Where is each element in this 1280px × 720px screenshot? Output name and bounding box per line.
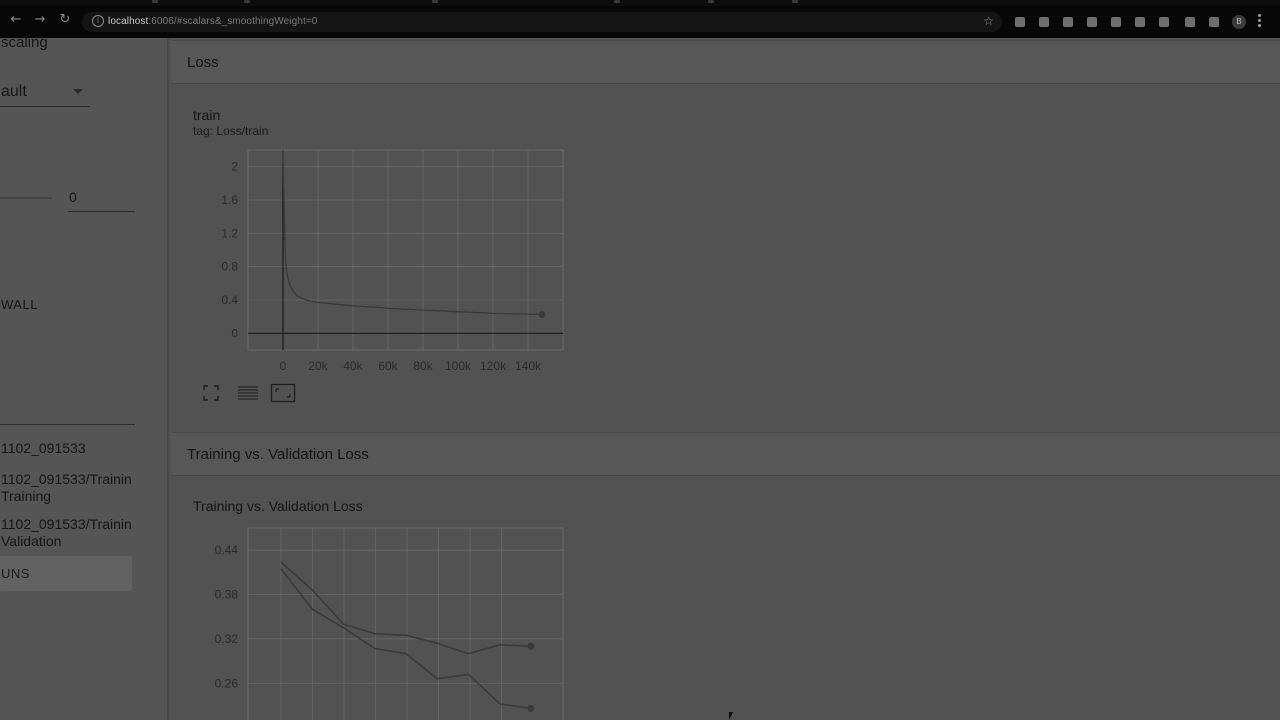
back-icon[interactable]: ← bbox=[9, 13, 23, 27]
loss-train-chart[interactable]: 0 20k 40k 60k 80k 100k 120k 140k 0 0.4 0.8 1.2 1.6 2 bbox=[193, 140, 593, 380]
y-tick-label: 0.26 bbox=[215, 676, 239, 690]
y-tick-label: 0.32 bbox=[215, 632, 239, 646]
smoothing-slider[interactable] bbox=[0, 197, 52, 199]
series-endpoint bbox=[538, 311, 546, 318]
log-scale-icon[interactable] bbox=[237, 384, 258, 402]
chevron-down-icon[interactable] bbox=[73, 89, 83, 94]
scaling-select-value[interactable]: ault bbox=[1, 83, 27, 101]
tab-favicon[interactable] bbox=[432, 0, 438, 3]
series-line bbox=[282, 149, 543, 316]
series-endpoint bbox=[527, 642, 535, 650]
url-path: :6006/#scalars&_smoothingWeight=0 bbox=[148, 16, 318, 27]
plot-area bbox=[247, 527, 564, 720]
extension-icon[interactable] bbox=[1111, 17, 1121, 27]
fullscreen-icon[interactable] bbox=[202, 384, 222, 402]
x-tick-label: 80k bbox=[413, 359, 433, 373]
series-line bbox=[280, 561, 532, 655]
y-tick-label: 1.2 bbox=[221, 226, 238, 240]
tab-favicon[interactable] bbox=[614, 0, 620, 3]
section-header-training-vs-validation[interactable]: Training vs. Validation Loss bbox=[171, 432, 1280, 476]
section-title: Loss bbox=[187, 54, 219, 71]
settings-sidebar bbox=[0, 38, 167, 720]
horizontal-axis-option-wall[interactable]: WALL bbox=[1, 297, 38, 312]
site-info-icon[interactable]: i bbox=[92, 15, 104, 27]
training-vs-validation-chart[interactable]: 0.20.260.320.380.44 bbox=[193, 520, 593, 720]
extensions-puzzle-icon[interactable] bbox=[1209, 17, 1219, 27]
browser-menu-icon[interactable] bbox=[1258, 14, 1262, 28]
smoothing-input-underline bbox=[68, 211, 135, 212]
toggle-all-runs-button[interactable]: UNS bbox=[0, 556, 132, 591]
bookmark-star-icon[interactable]: ☆ bbox=[983, 14, 994, 28]
fit-domain-icon[interactable] bbox=[270, 383, 296, 403]
series-endpoint bbox=[527, 704, 535, 712]
run-item[interactable]: 1102_091533 bbox=[1, 440, 86, 457]
tab-favicon[interactable] bbox=[708, 0, 714, 3]
runs-filter-underline bbox=[0, 424, 135, 425]
x-tick-label: 60k bbox=[378, 359, 398, 373]
profile-avatar[interactable]: B bbox=[1232, 15, 1246, 29]
chart-card-title: train bbox=[193, 107, 221, 123]
tab-favicon[interactable] bbox=[244, 0, 250, 3]
run-item[interactable]: 1102_091533/Trainin Training bbox=[1, 471, 132, 505]
toggle-all-runs-label: UNS bbox=[1, 566, 30, 581]
x-tick-label: 20k bbox=[308, 359, 328, 373]
url-text: localhost:6006/#scalars&_smoothingWeight… bbox=[108, 16, 317, 27]
chart-card-tag: tag: Loss/train bbox=[193, 124, 269, 138]
y-tick-label: 0.4 bbox=[221, 293, 238, 307]
address-bar[interactable]: i localhost:6006/#scalars&_smoothingWeig… bbox=[82, 12, 1002, 32]
x-tick-label: 140k bbox=[515, 359, 542, 373]
extension-icon[interactable] bbox=[1159, 17, 1169, 27]
reload-icon[interactable]: ↻ bbox=[58, 13, 72, 27]
y-tick-label: 0.38 bbox=[215, 588, 239, 602]
extension-icon[interactable] bbox=[1039, 17, 1049, 27]
y-tick-label: 1.6 bbox=[221, 193, 238, 207]
smoothing-input[interactable]: 0 bbox=[69, 189, 77, 205]
chart-card-title: Training vs. Validation Loss bbox=[193, 498, 363, 514]
tab-strip[interactable] bbox=[0, 0, 1280, 6]
extension-icon[interactable] bbox=[1015, 17, 1025, 27]
scaling-select-underline bbox=[0, 106, 90, 107]
scaling-label: scaling bbox=[1, 34, 48, 51]
browser-toolbar: ← → ↻ i localhost:6006/#scalars&_smoothi… bbox=[0, 0, 1280, 38]
forward-icon[interactable]: → bbox=[33, 13, 47, 27]
x-tick-label: 100k bbox=[445, 359, 472, 373]
y-tick-label: 2 bbox=[231, 160, 238, 174]
extension-icon[interactable] bbox=[1135, 17, 1145, 27]
section-title: Training vs. Validation Loss bbox=[187, 446, 369, 463]
extension-icon[interactable] bbox=[1185, 17, 1195, 27]
plot-area bbox=[247, 149, 564, 351]
extension-icon[interactable] bbox=[1063, 17, 1073, 27]
url-host: localhost bbox=[108, 16, 149, 27]
extension-icon[interactable] bbox=[1087, 17, 1097, 27]
y-tick-label: 0.44 bbox=[215, 543, 239, 557]
tab-favicon[interactable] bbox=[792, 0, 798, 3]
mouse-cursor bbox=[729, 712, 733, 720]
x-tick-label: 0 bbox=[280, 359, 287, 373]
section-header-loss[interactable]: Loss bbox=[171, 40, 1280, 84]
run-item[interactable]: 1102_091533/Trainin Validation bbox=[1, 516, 132, 550]
y-tick-label: 0 bbox=[231, 326, 238, 340]
y-tick-label: 0.8 bbox=[221, 260, 238, 274]
x-tick-label: 40k bbox=[343, 359, 363, 373]
x-tick-label: 120k bbox=[480, 359, 507, 373]
tab-favicon[interactable] bbox=[152, 0, 158, 3]
